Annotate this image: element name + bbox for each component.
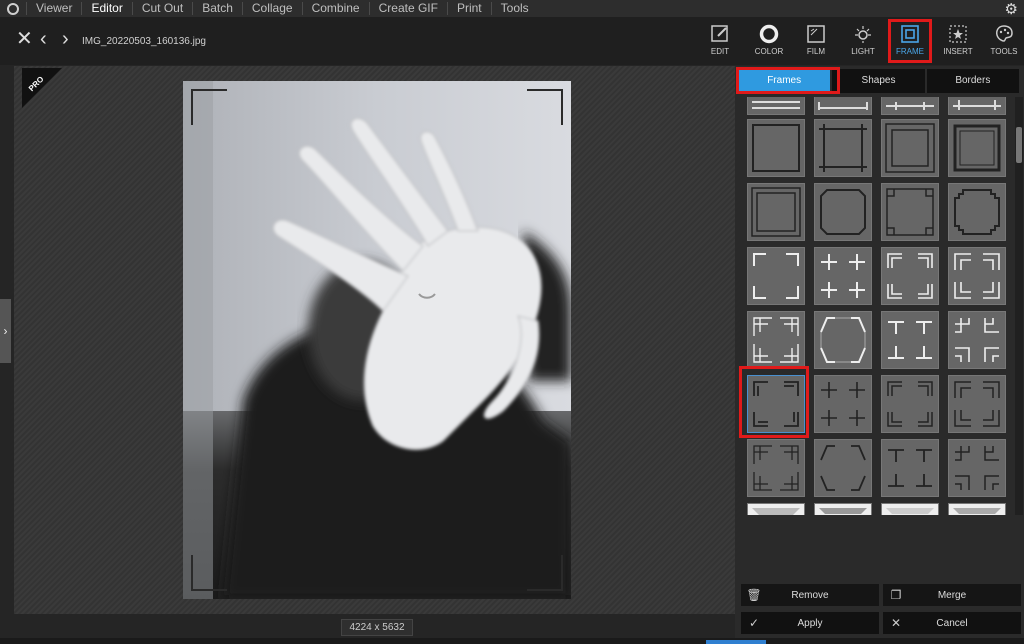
frame-thumbnail[interactable] xyxy=(814,183,872,241)
editor-toolbar: ✕ ‹ › IMG_20220503_160136.jpg EDIT COLOR… xyxy=(0,17,1024,65)
frame-thumbnail[interactable] xyxy=(881,311,939,369)
frame-thumbnail[interactable] xyxy=(881,119,939,177)
edit-icon xyxy=(700,23,740,47)
checkmark-icon: ✓ xyxy=(748,616,760,630)
frame-panel: Frames Shapes Borders 🗑 Remove ❐ Merge ✓… xyxy=(735,66,1024,644)
frame-thumbnail[interactable] xyxy=(747,97,805,115)
top-menu-bar: Viewer Editor Cut Out Batch Collage Comb… xyxy=(0,0,1024,18)
frame-thumbnail[interactable] xyxy=(747,247,805,305)
frame-thumbnail[interactable] xyxy=(814,503,872,515)
frame-corner-bottom-left xyxy=(191,555,227,591)
frame-gallery xyxy=(741,97,1012,515)
frame-thumbnail[interactable] xyxy=(948,375,1006,433)
frame-thumbnail[interactable] xyxy=(881,247,939,305)
frame-thumbnail[interactable] xyxy=(814,311,872,369)
frame-thumbnail[interactable] xyxy=(948,311,1006,369)
frame-thumbnail[interactable] xyxy=(948,119,1006,177)
frame-thumbnail[interactable] xyxy=(948,439,1006,497)
menu-create-gif[interactable]: Create GIF xyxy=(368,2,447,15)
frame-thumbnail[interactable] xyxy=(881,183,939,241)
frame-thumbnail[interactable] xyxy=(881,375,939,433)
frames-tab-highlight xyxy=(736,67,840,94)
film-icon xyxy=(796,23,836,47)
frame-gallery-scrollbar[interactable] xyxy=(1015,97,1023,515)
menu-print[interactable]: Print xyxy=(446,2,491,15)
photo-preview[interactable] xyxy=(183,81,571,599)
menu-tools[interactable]: Tools xyxy=(490,2,538,15)
close-icon[interactable]: ✕ xyxy=(16,29,33,49)
apply-button[interactable]: ✓ Apply xyxy=(741,612,879,634)
frame-thumbnail[interactable] xyxy=(881,503,939,515)
tab-borders[interactable]: Borders xyxy=(926,69,1019,93)
tool-insert-button[interactable]: INSERT xyxy=(938,21,978,61)
tab-shapes[interactable]: Shapes xyxy=(832,69,925,93)
frame-thumbnail[interactable] xyxy=(747,119,805,177)
frame-thumbnail[interactable] xyxy=(881,97,939,115)
frame-thumbnail[interactable] xyxy=(948,247,1006,305)
merge-button[interactable]: ❐ Merge xyxy=(883,584,1021,606)
trash-icon: 🗑 xyxy=(746,588,762,602)
frame-thumbnail[interactable] xyxy=(948,183,1006,241)
frame-thumbnail[interactable] xyxy=(747,503,805,515)
close-icon: ✕ xyxy=(890,616,902,630)
menu-cut-out[interactable]: Cut Out xyxy=(131,2,192,15)
photo-content xyxy=(183,81,571,599)
frame-thumbnail[interactable] xyxy=(814,375,872,433)
menu-batch[interactable]: Batch xyxy=(192,2,242,15)
frame-thumbnail[interactable] xyxy=(747,183,805,241)
menu-combine[interactable]: Combine xyxy=(301,2,369,15)
frame-tool-highlight xyxy=(888,19,932,63)
scrollbar-thumb[interactable] xyxy=(1016,127,1022,163)
previous-image-icon[interactable]: ‹ xyxy=(40,29,47,49)
frame-thumbnail[interactable] xyxy=(814,119,872,177)
frame-thumbnail[interactable] xyxy=(948,503,1006,515)
frame-corner-bottom-right xyxy=(527,555,563,591)
tool-color-button[interactable]: COLOR xyxy=(749,21,789,61)
frame-thumbnail[interactable] xyxy=(881,439,939,497)
menu-viewer[interactable]: Viewer xyxy=(26,2,81,15)
image-filename: IMG_20220503_160136.jpg xyxy=(82,36,206,47)
frame-thumbnail[interactable] xyxy=(814,439,872,497)
menu-collage[interactable]: Collage xyxy=(241,2,302,15)
tool-film-button[interactable]: FILM xyxy=(796,21,836,61)
color-circle-icon xyxy=(749,23,789,47)
merge-icon: ❐ xyxy=(890,588,902,602)
frame-thumbnail[interactable] xyxy=(948,97,1006,115)
photo-editor-app: Viewer Editor Cut Out Batch Collage Comb… xyxy=(0,0,1024,644)
image-dimensions: 4224 x 5632 xyxy=(341,619,413,636)
palette-icon xyxy=(984,23,1024,47)
taskbar-indicator xyxy=(706,640,766,644)
remove-button[interactable]: 🗑 Remove xyxy=(741,584,879,606)
menu-editor[interactable]: Editor xyxy=(81,2,131,15)
frame-thumbnail[interactable] xyxy=(747,311,805,369)
frame-corner-top-right xyxy=(527,89,563,125)
pro-badge-icon: PRO xyxy=(22,68,62,108)
frame-thumbnail[interactable] xyxy=(814,247,872,305)
frame-thumbnail[interactable] xyxy=(814,97,872,115)
next-image-icon[interactable]: › xyxy=(62,29,69,49)
tool-tools-button[interactable]: TOOLS xyxy=(984,21,1024,61)
settings-gear-icon[interactable]: ⚙ xyxy=(1005,0,1018,18)
expand-left-panel-handle[interactable]: › xyxy=(0,299,11,363)
frame-corner-top-left xyxy=(191,89,227,125)
bottom-status-strip xyxy=(0,638,1024,644)
sun-icon xyxy=(843,23,883,47)
tool-edit-button[interactable]: EDIT xyxy=(700,21,740,61)
app-logo-icon xyxy=(0,0,26,17)
frame-thumbnail[interactable] xyxy=(747,439,805,497)
cancel-button[interactable]: ✕ Cancel xyxy=(883,612,1021,634)
insert-star-icon xyxy=(938,23,978,47)
selected-frame-highlight xyxy=(739,366,809,438)
tool-light-button[interactable]: LIGHT xyxy=(843,21,883,61)
